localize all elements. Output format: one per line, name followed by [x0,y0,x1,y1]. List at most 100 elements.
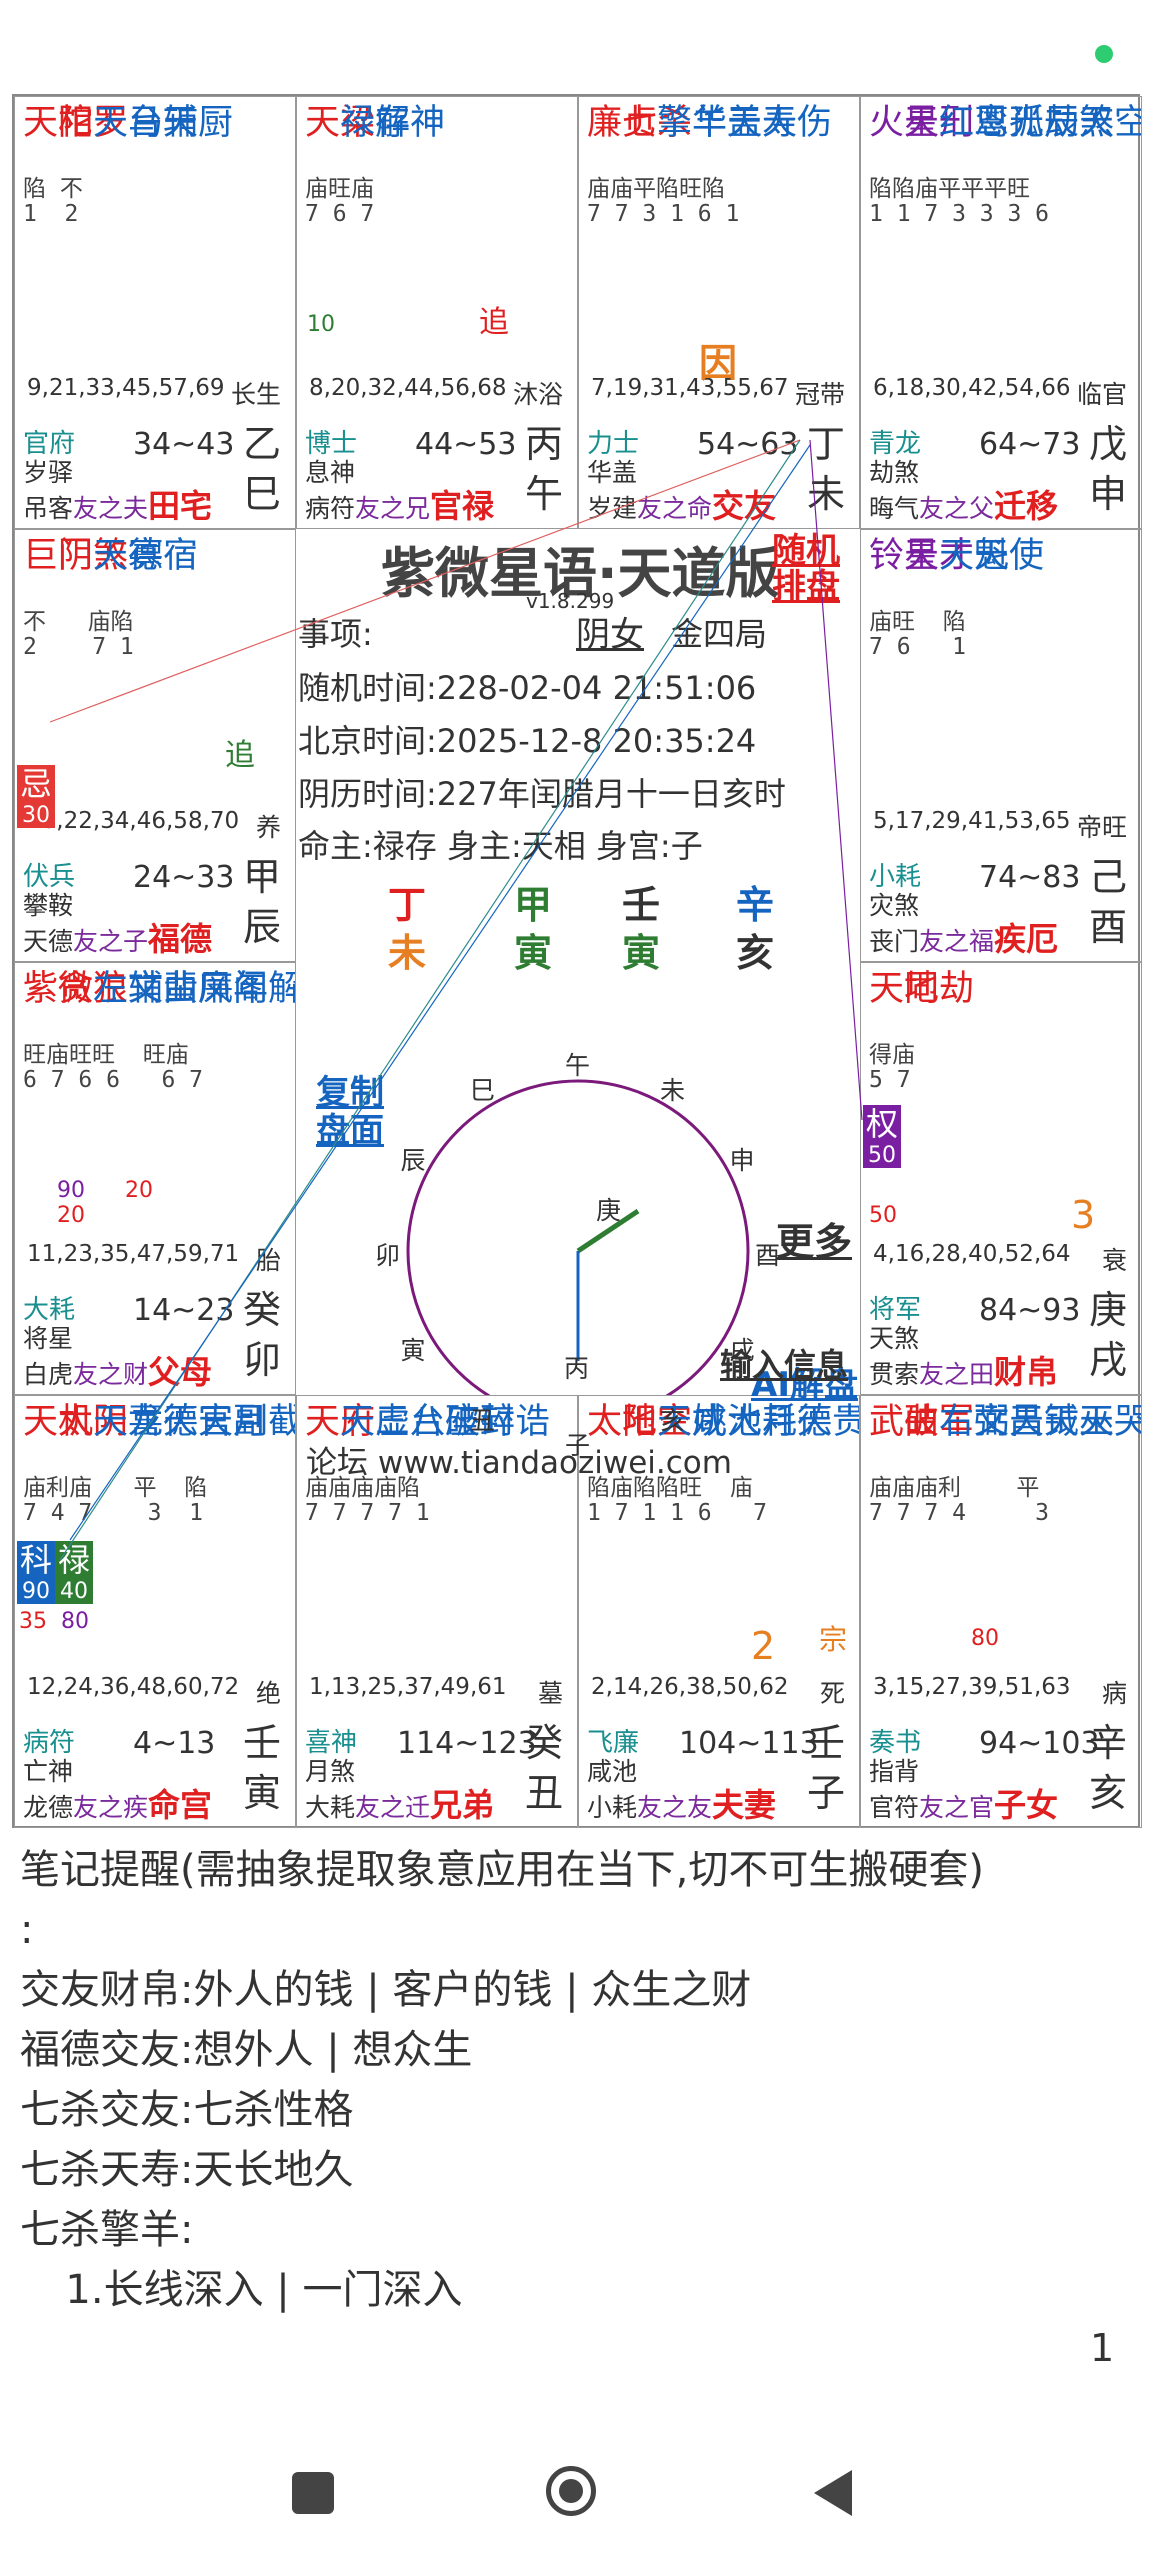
star-name: 天魁 [939,536,1010,576]
age-sequence: 11,23,35,47,59,71 [27,1241,240,1267]
forum-link[interactable]: 论坛 www.tiandaoziwei.com [306,1437,732,1482]
star-name: 月德 [762,1402,833,1442]
note-line: 七杀交友:七杀性格 [20,2087,354,2133]
branch: 酉 [1088,905,1127,949]
clock-branch-label: 丑 [470,1405,496,1435]
star-name: 天巫 [1044,1402,1115,1442]
palace-guanlu[interactable]: 天梁禄存解神 庙旺庙 7 6 7 8,20,32,44,56,68 沐浴 博士 息神 44~… [296,96,578,529]
stem: 辛 [1088,1721,1127,1765]
age-sequence: 12,24,36,48,60,72 [27,1674,240,1700]
back-icon[interactable] [810,2468,854,2518]
ziwei-chart: 天相陀罗天马台辅天厨陷 不 1 2 9,21,33,45,57,69 长生 官府 岁驿 3… [12,94,1142,1828]
relation: 友之友 [637,1793,713,1822]
brightness: 陷 不 1 2 [23,176,83,227]
star-name: 天刑 [904,103,975,143]
recent-apps-icon[interactable] [292,2472,334,2514]
star-name: 火星 [869,103,940,143]
palace-qianyi[interactable]: 火星天刑红鸾恩光孤辰劫煞天空陷陷庙平平平旺 1 1 7 3 3 3 6 6,18,… [860,96,1142,529]
age-sequence: 7,19,31,43,55,67 [591,375,789,401]
palace-jie[interactable]: 铃星天才天魁天使 庙旺 陷 7 6 1 5,17,29,41,53,65 帝旺 小耗 灾煞… [860,529,1142,962]
brightness: 庙庙平陷旺陷 7 7 3 1 6 1 [587,176,740,227]
clock-branch-label: 卯 [375,1241,401,1270]
palace-minggong[interactable]: 天机太阴天喜龙德天官天月副截庙利庙 平 陷 7 4 7 3 112,24,36,… [14,1395,296,1828]
brightness: 旺庙旺旺 旺庙 6 7 6 6 6 7 [23,1042,204,1093]
palace-fumu[interactable]: 紫微贪狼左辅文曲蜚廉凤阁年解旺庙旺旺 旺庙 6 7 6 6 6 7 11,23,3… [14,962,296,1395]
note-line: 笔记提醒(需抽象提取象意应用在当下,切不可生搬硬套) [20,1847,984,1893]
age-sequence: 8,20,32,44,56,68 [309,375,507,401]
star-name: 太阳 [587,1402,658,1442]
decade-range: 54~63 [697,427,799,462]
star-name: 咸池 [692,1402,763,1442]
general-god: 官符 [869,1793,920,1822]
star-name: 地空 [622,1402,693,1442]
star-name: 天贵 [797,1402,859,1442]
decade-range: 104~113 [679,1726,819,1761]
decade-range: 94~103 [979,1726,1100,1761]
life-phase: 死 [819,1679,845,1708]
star-name: 擎羊 [657,103,728,143]
brightness: 陷庙陷陷旺 庙 1 7 1 1 6 7 [587,1475,768,1526]
transform-lu-badge: 禄 [55,1541,93,1579]
palace-fude[interactable]: 巨门阴煞天德寡宿不 庙陷 2 7 1 10,22,34,46,58,70 养伏兵 攀鞍… [14,529,296,962]
palace-footer: 病符友之兄官禄 [305,481,494,527]
decade-range: 44~53 [415,427,517,462]
palace-footer: 岁建友之命交友 [587,481,776,527]
note-line: 福德交友:想外人 | 想众生 [20,2027,473,2073]
stem: 癸 [524,1721,563,1765]
palace-footer: 天德友之子福德 [23,914,212,960]
palace-caibo[interactable]: 天同地劫 得庙 5 7 4,16,28,40,52,64 衰将军 天煞 84~93 庚戌贯索… [860,962,1142,1395]
star-name: 大耗 [727,1402,798,1442]
life-phase: 病 [1101,1679,1127,1708]
palace-name: 疾厄 [994,920,1059,958]
life-phase: 养 [255,813,281,842]
relation: 友之父 [919,494,995,523]
relation: 友之疾 [73,1793,149,1822]
clock-branch-label: 午 [565,1051,591,1080]
star-name: 天虚 [340,1402,411,1442]
life-phase: 帝旺 [1076,813,1127,842]
branch: 丑 [524,1771,563,1815]
star-name: 凤阁 [198,969,269,1009]
palace-footer: 龙德友之疾命宫 [23,1780,212,1826]
life-phase: 墓 [537,1679,563,1708]
relation: 友之田 [919,1360,995,1389]
palace-name: 交友 [712,487,777,525]
home-icon[interactable] [546,2466,596,2516]
life-phase: 沐浴 [512,380,563,409]
palace-footer: 官符友之官子女 [869,1780,1058,1826]
general-god: 贯索 [869,1360,920,1389]
marker-80: 80 [61,1609,89,1634]
age-sequence: 6,18,30,42,54,66 [873,375,1071,401]
general-god: 岁建 [587,494,638,523]
stem: 戊 [1088,422,1127,466]
branch: 未 [806,472,845,516]
star-name: 天哭 [1079,1402,1141,1442]
input-info-button[interactable]: 输入信息 [720,1340,848,1386]
decade-range: 24~33 [133,860,235,895]
palace-zinv[interactable]: 武曲破军右弼文昌天钺天巫天哭庙庙庙利 平 7 7 7 4 3 3,15,27,39… [860,1395,1142,1828]
star-name: 华盖 [692,103,763,143]
star-name: 年解 [233,969,295,1009]
star-name: 天府 [305,1402,376,1442]
center-panel: 紫微星语·天道版 随机排盘 v1.8.299 事项: 阴女 金四局 随机时间:2… [296,529,860,1481]
relation: 友之兄 [355,494,431,523]
star-name: 天德 [93,536,164,576]
branch: 巳 [242,472,281,516]
age-sequence: 9,21,33,45,57,69 [27,375,225,401]
star-name: 文昌 [974,1402,1045,1442]
palace-tianzhai[interactable]: 天相陀罗天马台辅天厨陷 不 1 2 9,21,33,45,57,69 长生 官府 岁驿 3… [14,96,296,529]
brightness: 庙旺庙 7 6 7 [305,176,375,227]
branch: 午 [524,472,563,516]
clock-branch-label: 亥 [660,1405,686,1435]
star-list: 铃星天才天魁天使 [869,536,1044,576]
star-name: 台辅 [128,103,199,143]
brightness: 不 庙陷 2 7 1 [23,609,134,660]
star-name: 天空 [1079,103,1141,143]
clock-branch-label: 辰 [400,1146,426,1175]
star-name: 八座 [410,1402,481,1442]
palace-jiaoyou[interactable]: 廉贞七杀擎羊华盖天寿天伤 庙庙平陷旺陷 7 7 3 1 6 1 7,19,31,43… [578,96,860,529]
stem: 己 [1088,855,1127,899]
stem: 丁 [806,422,845,466]
star-name: 贪狼 [58,969,129,1009]
palace-footer: 大耗友之迁兄弟 [305,1780,494,1826]
